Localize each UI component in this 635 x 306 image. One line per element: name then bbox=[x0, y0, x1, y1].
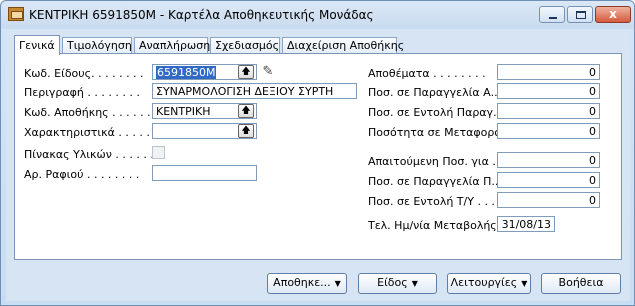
qty-on-transfer-order-label: Ποσ. σε Εντολή Τ/Υ . . . bbox=[368, 195, 495, 208]
item-menu-button[interactable]: Είδος ▼ bbox=[358, 273, 437, 294]
tab-general[interactable]: Γενικά bbox=[14, 35, 60, 55]
help-button[interactable]: Βοήθεια bbox=[541, 273, 621, 294]
inventory-label: Αποθέματα . . . . . . . . bbox=[368, 67, 486, 80]
qty-in-transit-label: Ποσότητα σε Μεταφορά . . bbox=[368, 126, 516, 139]
qty-in-transit-field[interactable]: 0 bbox=[497, 123, 600, 139]
qty-on-prod-order-label: Ποσ. σε Εντολή Παραγ... bbox=[368, 106, 504, 119]
stockkeeping-unit-card-window: ΚΕΝΤΡΙΚΗ 6591850M - Καρτέλα Αποθηκευτική… bbox=[0, 0, 635, 306]
variant-label: Χαρακτηριστικά . . . . . . bbox=[24, 126, 157, 139]
general-tab-panel: Κωδ. Είδους. . . . . . . . 6591850M 🡅 ✎ … bbox=[14, 53, 622, 260]
item-no-lookup-icon[interactable]: 🡅 bbox=[238, 65, 254, 79]
functions-menu-button[interactable]: Λειτουργίες ▼ bbox=[447, 273, 531, 294]
close-icon: x bbox=[609, 7, 617, 21]
qty-required-label: Απαιτούμενη Ποσ. για ... bbox=[368, 155, 503, 168]
description-label: Περιγραφή . . . . . . . . bbox=[24, 86, 140, 99]
functions-menu-label: Λειτουργίες bbox=[450, 276, 518, 289]
title-bar[interactable]: ΚΕΝΤΡΙΚΗ 6591850M - Καρτέλα Αποθηκευτική… bbox=[1, 1, 634, 29]
bom-checkbox[interactable] bbox=[152, 146, 165, 159]
last-modified-field[interactable]: 31/08/13 bbox=[497, 216, 555, 232]
qty-on-transfer-order-field[interactable]: 0 bbox=[497, 192, 600, 208]
edit-pencil-icon[interactable]: ✎ bbox=[260, 64, 276, 80]
chevron-down-icon: ▼ bbox=[411, 279, 418, 288]
tab-planning[interactable]: Σχεδιασμός bbox=[210, 37, 280, 54]
last-modified-label: Τελ. Ημ/νία Μεταβολής . . bbox=[368, 219, 511, 232]
shelf-no-label: Αρ. Ραφιού . . . . . . . . bbox=[24, 168, 140, 181]
location-menu-label: Αποθηκε... bbox=[273, 276, 331, 289]
app-icon bbox=[8, 7, 24, 21]
location-code-label: Κωδ. Αποθήκης . . . . . . bbox=[24, 106, 151, 119]
shelf-no-field[interactable] bbox=[152, 165, 257, 181]
inventory-field[interactable]: 0 bbox=[497, 64, 600, 80]
variant-lookup-icon[interactable]: 🡅 bbox=[238, 124, 254, 138]
qty-on-order-p-field[interactable]: 0 bbox=[497, 172, 600, 188]
minimize-icon bbox=[549, 17, 557, 19]
tab-warehouse[interactable]: Διαχείριση Αποθήκης bbox=[282, 37, 404, 54]
chevron-down-icon: ▼ bbox=[521, 279, 528, 288]
qty-required-field[interactable]: 0 bbox=[497, 152, 600, 168]
location-lookup-icon[interactable]: 🡅 bbox=[238, 104, 254, 118]
bom-label: Πίνακας Υλικών . . . . . . bbox=[24, 148, 154, 161]
qty-on-order-p-label: Ποσ. σε Παραγγελία Π... bbox=[368, 175, 502, 188]
minimize-button[interactable] bbox=[539, 6, 565, 23]
maximize-button[interactable] bbox=[567, 6, 593, 23]
qty-on-order-a-field[interactable]: 0 bbox=[497, 83, 600, 99]
client-area: Γενικά Τιμολόγηση Αναπλήρωση Σχεδιασμός … bbox=[6, 29, 630, 301]
item-no-label: Κωδ. Είδους. . . . . . . . bbox=[24, 67, 144, 80]
tab-invoicing[interactable]: Τιμολόγηση bbox=[62, 37, 132, 54]
close-button[interactable]: x bbox=[595, 6, 631, 23]
item-menu-label: Είδος bbox=[377, 276, 408, 289]
description-field[interactable]: ΣΥΝΑΡΜΟΛΟΓΙΣΗ ΔΕΞΙΟΥ ΣΥΡΤΗ bbox=[152, 83, 357, 99]
maximize-icon bbox=[576, 11, 586, 19]
window-title: ΚΕΝΤΡΙΚΗ 6591850M - Καρτέλα Αποθηκευτική… bbox=[29, 8, 374, 22]
chevron-down-icon: ▼ bbox=[334, 279, 341, 288]
location-menu-button[interactable]: Αποθηκε... ▼ bbox=[267, 273, 347, 294]
qty-on-order-a-label: Ποσ. σε Παραγγελία Α... bbox=[368, 86, 502, 99]
tab-replenishment[interactable]: Αναπλήρωση bbox=[134, 37, 210, 54]
qty-on-prod-order-field[interactable]: 0 bbox=[497, 103, 600, 119]
